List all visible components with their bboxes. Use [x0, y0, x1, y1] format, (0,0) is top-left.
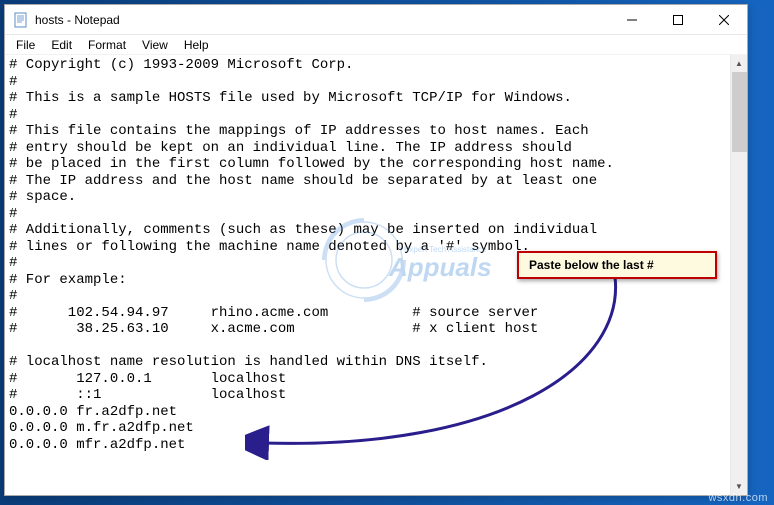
callout-text: Paste below the last #: [529, 258, 654, 272]
menu-help[interactable]: Help: [177, 37, 216, 53]
vertical-scrollbar[interactable]: ▲ ▼: [730, 55, 747, 495]
minimize-button[interactable]: [609, 5, 655, 34]
window-title: hosts - Notepad: [35, 13, 609, 27]
menu-view[interactable]: View: [135, 37, 175, 53]
menu-format[interactable]: Format: [81, 37, 133, 53]
menu-file[interactable]: File: [9, 37, 42, 53]
maximize-button[interactable]: [655, 5, 701, 34]
window-controls: [609, 5, 747, 34]
scroll-up-button[interactable]: ▲: [731, 55, 747, 72]
title-bar: hosts - Notepad: [5, 5, 747, 35]
menu-edit[interactable]: Edit: [44, 37, 79, 53]
notepad-icon: [13, 12, 29, 28]
close-button[interactable]: [701, 5, 747, 34]
scroll-thumb[interactable]: [732, 72, 747, 152]
menu-bar: File Edit Format View Help: [5, 35, 747, 55]
image-credit: wsxdn.com: [708, 492, 768, 504]
annotation-callout: Paste below the last #: [517, 251, 717, 279]
notepad-window: hosts - Notepad File Edit Format View He…: [4, 4, 748, 496]
